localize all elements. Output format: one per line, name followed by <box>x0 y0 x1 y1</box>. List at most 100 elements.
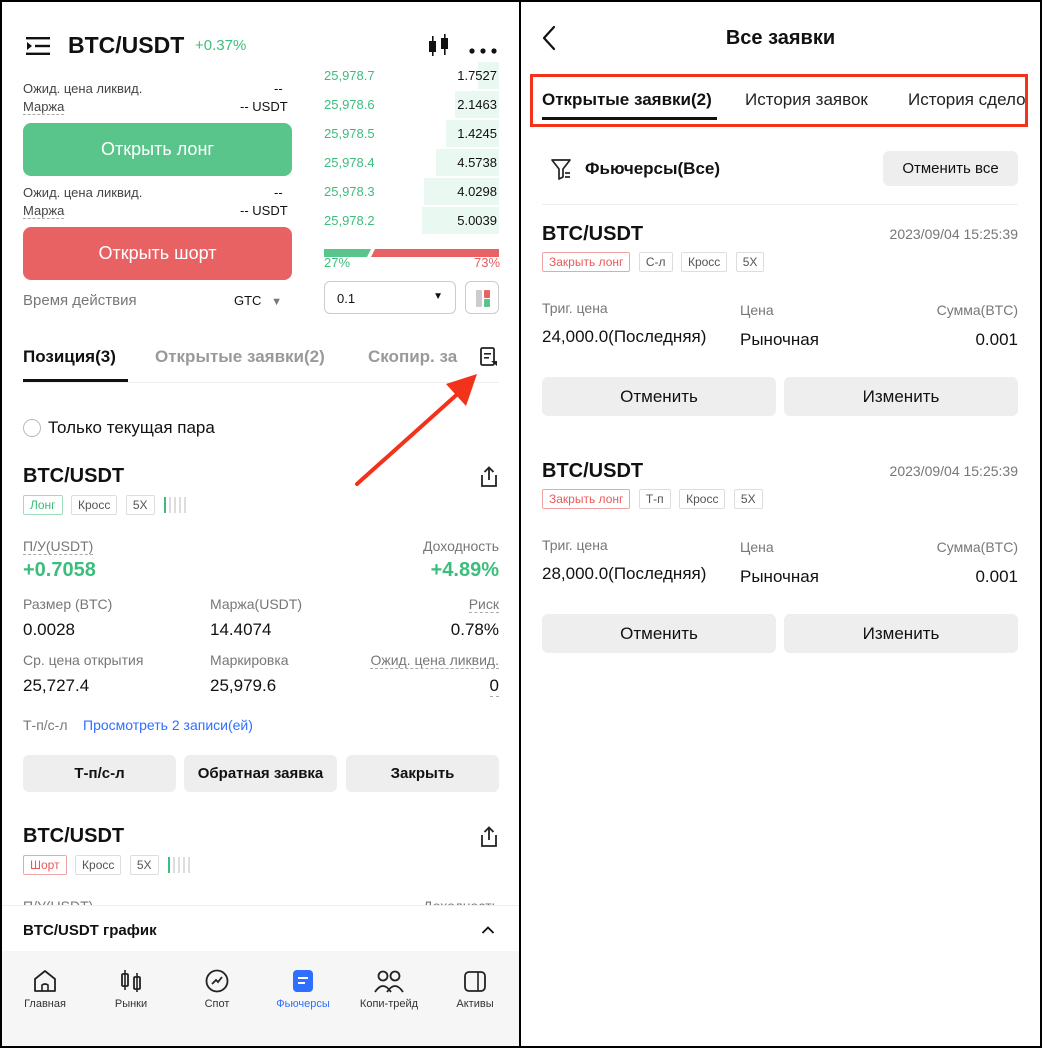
buy-percentage: 27% <box>324 255 351 270</box>
amount-label: Сумма(BTC) <box>936 302 1018 318</box>
step-select[interactable]: 0.1 ▼ <box>324 281 456 314</box>
mark-price-value: 25,979.6 <box>210 676 277 695</box>
side-tag: Лонг <box>23 495 63 515</box>
filter-icon[interactable] <box>550 157 572 181</box>
trigger-price-value: 24,000.0(Последняя) <box>542 327 707 346</box>
margin-mode-tag: Кросс <box>75 855 122 875</box>
order-card: BTC/USDT 2023/09/04 15:25:39 Закрыть лон… <box>521 449 1040 659</box>
trading-screen: BTC/USDT +0.37% Ожид. цена ликвид. -- Ма… <box>2 2 519 1046</box>
nav-home[interactable]: Главная <box>2 966 88 1010</box>
pair-title[interactable]: BTC/USDT <box>68 32 184 59</box>
entry-price-label: Ср. цена открытия <box>23 652 144 668</box>
nav-label: Копи-трейд <box>359 998 419 1010</box>
only-current-pair-radio[interactable] <box>23 419 41 437</box>
orderbook-qty: 4.5738 <box>457 155 497 170</box>
orderbook-row[interactable]: 25,978.4 4.5738 <box>324 149 499 176</box>
tpsl-view-records-link[interactable]: Просмотреть 2 записи(ей) <box>83 717 253 733</box>
position-tags: Шорт Кросс 5X <box>23 855 193 875</box>
futures-icon <box>293 970 313 992</box>
close-position-button[interactable]: Закрыть <box>346 755 499 792</box>
edit-order-button[interactable]: Изменить <box>784 377 1018 416</box>
cancel-order-button[interactable]: Отменить <box>542 614 776 653</box>
orderbook-row[interactable]: 25,978.6 2.1463 <box>324 91 499 118</box>
edit-order-button[interactable]: Изменить <box>784 614 1018 653</box>
orderbook-qty: 1.7527 <box>457 68 497 83</box>
orderbook-price: 25,978.7 <box>324 68 375 83</box>
step-value: 0.1 <box>337 291 356 306</box>
orderbook-qty: 1.4245 <box>457 126 497 141</box>
filter-label[interactable]: Фьючерсы(Все) <box>585 159 720 179</box>
liq-price-label: Ожид. цена ликвид. <box>370 652 499 669</box>
page-title: Все заявки <box>725 27 836 49</box>
all-orders-screen: Все заявки Открытые заявки(2) История за… <box>521 2 1040 1046</box>
open-long-button[interactable]: Открыть лонг <box>23 123 292 176</box>
margin-value-long: -- USDT <box>240 99 288 114</box>
size-label: Размер (BTC) <box>23 596 113 612</box>
trigger-price-label: Триг. цена <box>542 537 608 553</box>
margin-label-short: Маржа <box>23 203 65 219</box>
nav-copy-trade[interactable]: Копи-трейд <box>346 966 432 1010</box>
price-label: Цена <box>740 302 774 318</box>
candlestick-chart-icon[interactable] <box>426 33 452 59</box>
caret-down-icon: ▼ <box>271 296 282 308</box>
cancel-all-button[interactable]: Отменить все <box>883 151 1018 186</box>
liq-price-value: 0 <box>489 676 499 697</box>
order-time: 2023/09/04 15:25:39 <box>889 463 1018 479</box>
liq-price-value-long: -- <box>274 81 283 96</box>
filter-divider <box>542 204 1018 205</box>
more-icon[interactable] <box>468 42 498 54</box>
sell-percentage: 73% <box>474 255 501 270</box>
tpsl-button[interactable]: Т-п/с-л <box>23 755 176 792</box>
orderbook-row[interactable]: 25,978.2 5.0039 <box>324 207 499 234</box>
nav-assets[interactable]: Активы <box>432 966 518 1010</box>
nav-futures[interactable]: Фьючерсы <box>260 966 346 1010</box>
orderbook-price: 25,978.2 <box>324 213 375 228</box>
order-card: BTC/USDT 2023/09/04 15:25:39 Закрыть лон… <box>521 212 1040 422</box>
only-current-pair-label: Только текущая пара <box>48 418 215 437</box>
orderbook-row[interactable]: 25,978.3 4.0298 <box>324 178 499 205</box>
share-icon[interactable] <box>478 825 500 849</box>
nav-markets[interactable]: Рынки <box>88 966 174 1010</box>
time-in-force-select[interactable]: GTC ▼ <box>234 293 282 308</box>
tab-positions[interactable]: Позиция(3) <box>23 347 116 367</box>
chevron-up-icon[interactable] <box>481 925 495 935</box>
orderbook-price: 25,978.6 <box>324 97 375 112</box>
orderbook-row[interactable]: 25,978.7 1.7527 <box>324 62 499 89</box>
order-pair: BTC/USDT <box>542 223 644 245</box>
nav-label: Активы <box>456 998 494 1010</box>
time-in-force-label: Время действия <box>23 292 137 309</box>
nav-label: Спот <box>204 998 230 1010</box>
orderbook-row[interactable]: 25,978.5 1.4245 <box>324 120 499 147</box>
risk-label: Риск <box>468 596 499 613</box>
margin-value-short: -- USDT <box>240 203 288 218</box>
margin-mode-tag: Кросс <box>679 489 726 509</box>
leverage-tag: 5X <box>125 495 155 515</box>
reverse-order-button[interactable]: Обратная заявка <box>184 755 337 792</box>
risk-value: 0.78% <box>450 620 499 639</box>
caret-down-icon: ▼ <box>433 291 443 302</box>
chart-bar-label: BTC/USDT график <box>23 922 157 939</box>
orderbook-qty: 2.1463 <box>457 97 497 112</box>
amount-value: 0.001 <box>975 330 1018 349</box>
share-icon[interactable] <box>478 465 500 489</box>
leverage-tag: 5X <box>735 252 765 272</box>
margin-mode-tag: Кросс <box>680 252 728 272</box>
margin-value: 14.4074 <box>210 620 272 639</box>
price-value: Рыночная <box>740 330 819 349</box>
pnl-value: +0.7058 <box>23 559 96 581</box>
order-kind-tag: Т-п <box>638 489 671 509</box>
order-kind-tag: С-л <box>638 252 673 272</box>
tab-open-orders[interactable]: Открытые заявки(2) <box>155 347 325 367</box>
tpsl-label: Т-п/с-л <box>23 717 68 733</box>
menu-icon[interactable] <box>26 36 52 56</box>
pnl-label: П/У(USDT) <box>23 538 94 555</box>
position-pair: BTC/USDT <box>23 465 125 487</box>
wallet-icon <box>464 971 486 992</box>
open-short-button[interactable]: Открыть шорт <box>23 227 292 280</box>
cancel-order-button[interactable]: Отменить <box>542 377 776 416</box>
orderbook-layout-button[interactable] <box>465 281 499 314</box>
margin-label: Маржа(USDT) <box>210 596 302 612</box>
buy-sell-ratio-bar <box>324 244 499 257</box>
nav-spot[interactable]: Спот <box>174 966 260 1010</box>
chart-bar[interactable]: BTC/USDT график <box>2 905 519 951</box>
